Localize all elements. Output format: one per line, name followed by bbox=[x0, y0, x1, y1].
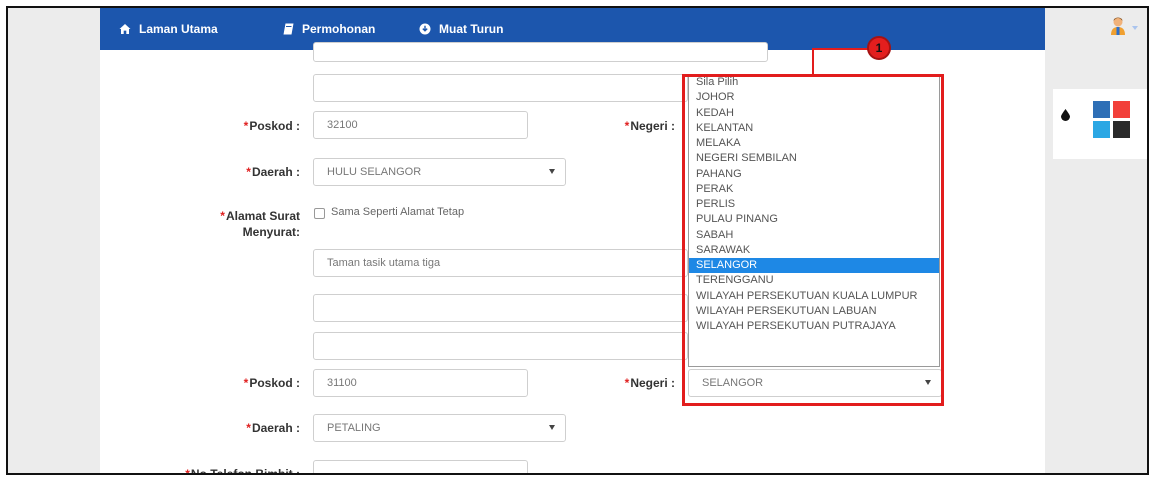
negeri-surat-label: *Negeri : bbox=[624, 376, 675, 390]
poskod-surat-label: *Poskod : bbox=[243, 376, 300, 390]
alamat-tetap-line-2-input[interactable] bbox=[313, 42, 768, 62]
telefon-input[interactable] bbox=[313, 460, 528, 473]
daerah-label: *Daerah : bbox=[246, 165, 300, 179]
download-icon bbox=[419, 23, 431, 35]
theme-swatch-red[interactable] bbox=[1113, 101, 1130, 118]
callout-line bbox=[812, 48, 868, 50]
negeri-label: *Negeri : bbox=[624, 119, 675, 133]
poskod-input[interactable]: 32100 bbox=[313, 111, 528, 139]
screenshot-frame: Laman Utama Permohonan Muat Turun *Posko… bbox=[6, 6, 1149, 475]
alamat-surat-line-3-input[interactable] bbox=[313, 332, 688, 360]
alamat-tetap-line-3-input[interactable] bbox=[313, 74, 688, 102]
home-icon bbox=[119, 23, 131, 35]
poskod-surat-input[interactable]: 31100 bbox=[313, 369, 528, 397]
nav-permohonan[interactable]: Permohonan bbox=[283, 20, 375, 38]
nav-muat-turun[interactable]: Muat Turun bbox=[419, 20, 503, 38]
droplet-icon[interactable] bbox=[1061, 109, 1070, 124]
user-avatar-icon bbox=[1110, 16, 1126, 39]
callout-line bbox=[812, 48, 814, 75]
user-menu[interactable] bbox=[1110, 16, 1138, 38]
sama-alamat-checkbox[interactable] bbox=[314, 208, 325, 219]
sama-alamat-label: Sama Seperti Alamat Tetap bbox=[331, 206, 465, 218]
nav-laman-utama-label: Laman Utama bbox=[139, 22, 218, 36]
callout-badge: 1 bbox=[867, 36, 891, 60]
alamat-surat-line-1-input[interactable]: Taman tasik utama tiga bbox=[313, 249, 688, 277]
theme-panel bbox=[1053, 89, 1147, 159]
daerah-surat-select[interactable]: PETALING bbox=[313, 414, 566, 442]
poskod-label: *Poskod : bbox=[243, 119, 300, 133]
highlight-box bbox=[682, 74, 944, 406]
alamat-surat-label: *Alamat Surat Menyurat: bbox=[220, 209, 300, 239]
theme-swatch-dark[interactable] bbox=[1113, 121, 1130, 138]
theme-swatch-blue[interactable] bbox=[1093, 101, 1110, 118]
telefon-label: *No Telefon Bimbit : bbox=[185, 467, 300, 475]
nav-permohonan-label: Permohonan bbox=[302, 22, 376, 36]
daerah-surat-label: *Daerah : bbox=[246, 421, 300, 435]
daerah-select[interactable]: HULU SELANGOR bbox=[313, 158, 566, 186]
alamat-surat-line-2-input[interactable] bbox=[313, 294, 688, 322]
nav-muat-turun-label: Muat Turun bbox=[439, 22, 504, 36]
chevron-down-icon bbox=[1132, 21, 1138, 33]
select-caret-icon bbox=[549, 169, 555, 174]
theme-swatch-light-blue[interactable] bbox=[1093, 121, 1110, 138]
select-caret-icon bbox=[549, 425, 555, 430]
book-icon bbox=[283, 23, 294, 35]
nav-laman-utama[interactable]: Laman Utama bbox=[119, 20, 218, 38]
